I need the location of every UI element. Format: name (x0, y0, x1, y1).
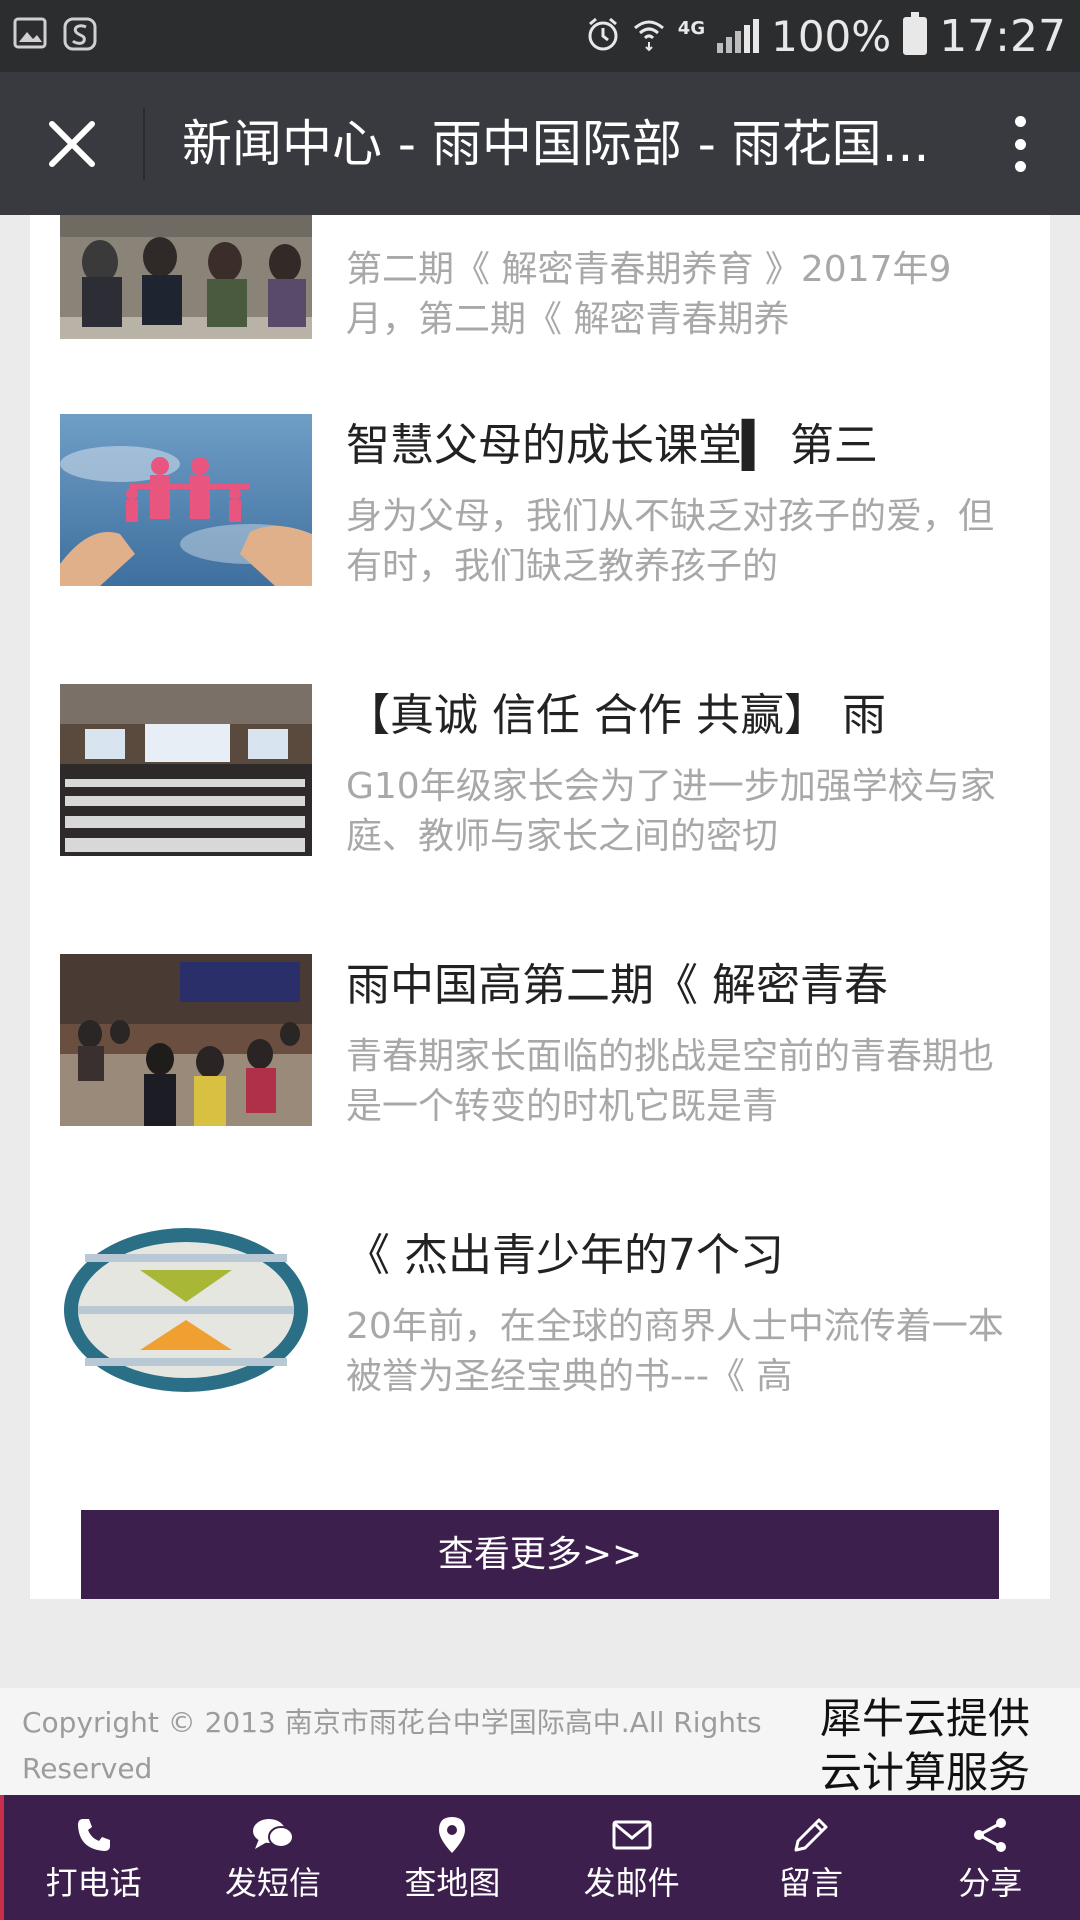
more-dot (1014, 116, 1026, 127)
nav-divider (143, 108, 145, 180)
list-item[interactable]: 智慧父母的成长课堂▍ 第三 身为父母，我们从不缺乏对孩子的爱，但有时，我们缺乏教… (60, 414, 1020, 587)
more-dot (1014, 161, 1026, 172)
chat-icon (251, 1813, 295, 1857)
list-item[interactable]: 《 杰出青少年的7个习 20年前，在全球的商界人士中流传着一本被誉为圣经宝典的书… (60, 1224, 1020, 1397)
pencil-icon (789, 1813, 833, 1857)
status-left-icons (12, 16, 98, 52)
status-right: 4G 100% 17:27 (586, 8, 1066, 64)
close-icon (49, 121, 95, 167)
tab-call[interactable]: 打电话 (4, 1795, 183, 1920)
tab-label: 发短信 (224, 1863, 321, 1902)
map-pin-icon (430, 1813, 474, 1857)
status-bar: 4G 100% 17:27 (0, 0, 1080, 72)
mail-icon (610, 1813, 654, 1857)
page-title: 新闻中心 - 雨中国际部 - 雨花国... (182, 115, 930, 173)
more-dot (1014, 138, 1026, 150)
share-icon (968, 1813, 1012, 1857)
article-desc: 身为父母，我们从不缺乏对孩子的爱，但有时，我们缺乏教养孩子的 (346, 496, 995, 587)
article-thumbnail (60, 684, 312, 856)
alarm-icon (586, 16, 620, 56)
cloud-provider-badge[interactable]: 犀牛云提供云计算服务 (820, 1692, 1060, 1800)
article-thumbnail (60, 215, 312, 339)
article-title: 雨中国高第二期《 解密青春 (346, 960, 888, 1011)
phone-icon (72, 1813, 116, 1857)
article-title: 【真诚 信任 合作 共赢】 雨 (346, 690, 886, 741)
tab-share[interactable]: 分享 (901, 1795, 1080, 1920)
battery-level: 100% (771, 11, 892, 61)
close-button[interactable] (36, 108, 108, 180)
clock: 17:27 (939, 10, 1066, 62)
bottom-action-bar: 打电话 发短信 查地图 发邮件 留言 分享 (0, 1795, 1080, 1920)
article-desc: G10年级家长会为了进一步加强学校与家庭、教师与家长之间的密切 (346, 766, 996, 857)
tab-message[interactable]: 留言 (721, 1795, 900, 1920)
list-item[interactable]: 【真诚 信任 合作 共赢】 雨 G10年级家长会为了进一步加强学校与家庭、教师与… (60, 684, 1020, 857)
list-item[interactable]: 第二期《 解密青春期养育 》2017年9月，第二期《 解密青春期养 (60, 215, 1020, 340)
article-thumbnail (60, 414, 312, 586)
article-desc: 20年前，在全球的商界人士中流传着一本被誉为圣经宝典的书---《 高 (346, 1306, 1004, 1397)
tab-label: 分享 (958, 1863, 1023, 1902)
article-thumbnail (60, 1224, 312, 1396)
battery-icon (903, 12, 928, 55)
view-more-button[interactable]: 查看更多>> (81, 1510, 999, 1599)
network-type: 4G (677, 17, 706, 39)
article-title: 智慧父母的成长课堂▍ 第三 (346, 420, 878, 471)
sogou-icon (62, 16, 98, 52)
tab-mail[interactable]: 发邮件 (542, 1795, 721, 1920)
copyright-text: Copyright © 2013 南京市雨花台中学国际高中.All Rights… (22, 1706, 762, 1785)
news-list: 第二期《 解密青春期养育 》2017年9月，第二期《 解密青春期养 智慧父母的成… (30, 215, 1050, 1599)
image-icon (12, 16, 48, 52)
tab-map[interactable]: 查地图 (363, 1795, 542, 1920)
footer: Copyright © 2013 南京市雨花台中学国际高中.All Rights… (0, 1688, 1080, 1797)
signal-icon (717, 19, 760, 53)
article-title: 《 杰出青少年的7个习 (346, 1230, 784, 1281)
tab-label: 发邮件 (583, 1863, 680, 1902)
list-item[interactable]: 雨中国高第二期《 解密青春 青春期家长面临的挑战是空前的青春期也是一个转变的时机… (60, 954, 1020, 1127)
article-desc: 第二期《 解密青春期养育 》2017年9月，第二期《 解密青春期养 (346, 249, 952, 340)
article-thumbnail (60, 954, 312, 1126)
tab-label: 查地图 (404, 1863, 501, 1902)
wifi-icon (632, 16, 666, 56)
tab-label: 打电话 (45, 1863, 142, 1902)
navbar: 新闻中心 - 雨中国际部 - 雨花国... (0, 72, 1080, 215)
tab-sms[interactable]: 发短信 (183, 1795, 362, 1920)
more-menu-button[interactable] (1000, 112, 1040, 176)
tab-label: 留言 (778, 1863, 843, 1902)
article-desc: 青春期家长面临的挑战是空前的青春期也是一个转变的时机它既是青 (346, 1036, 995, 1127)
